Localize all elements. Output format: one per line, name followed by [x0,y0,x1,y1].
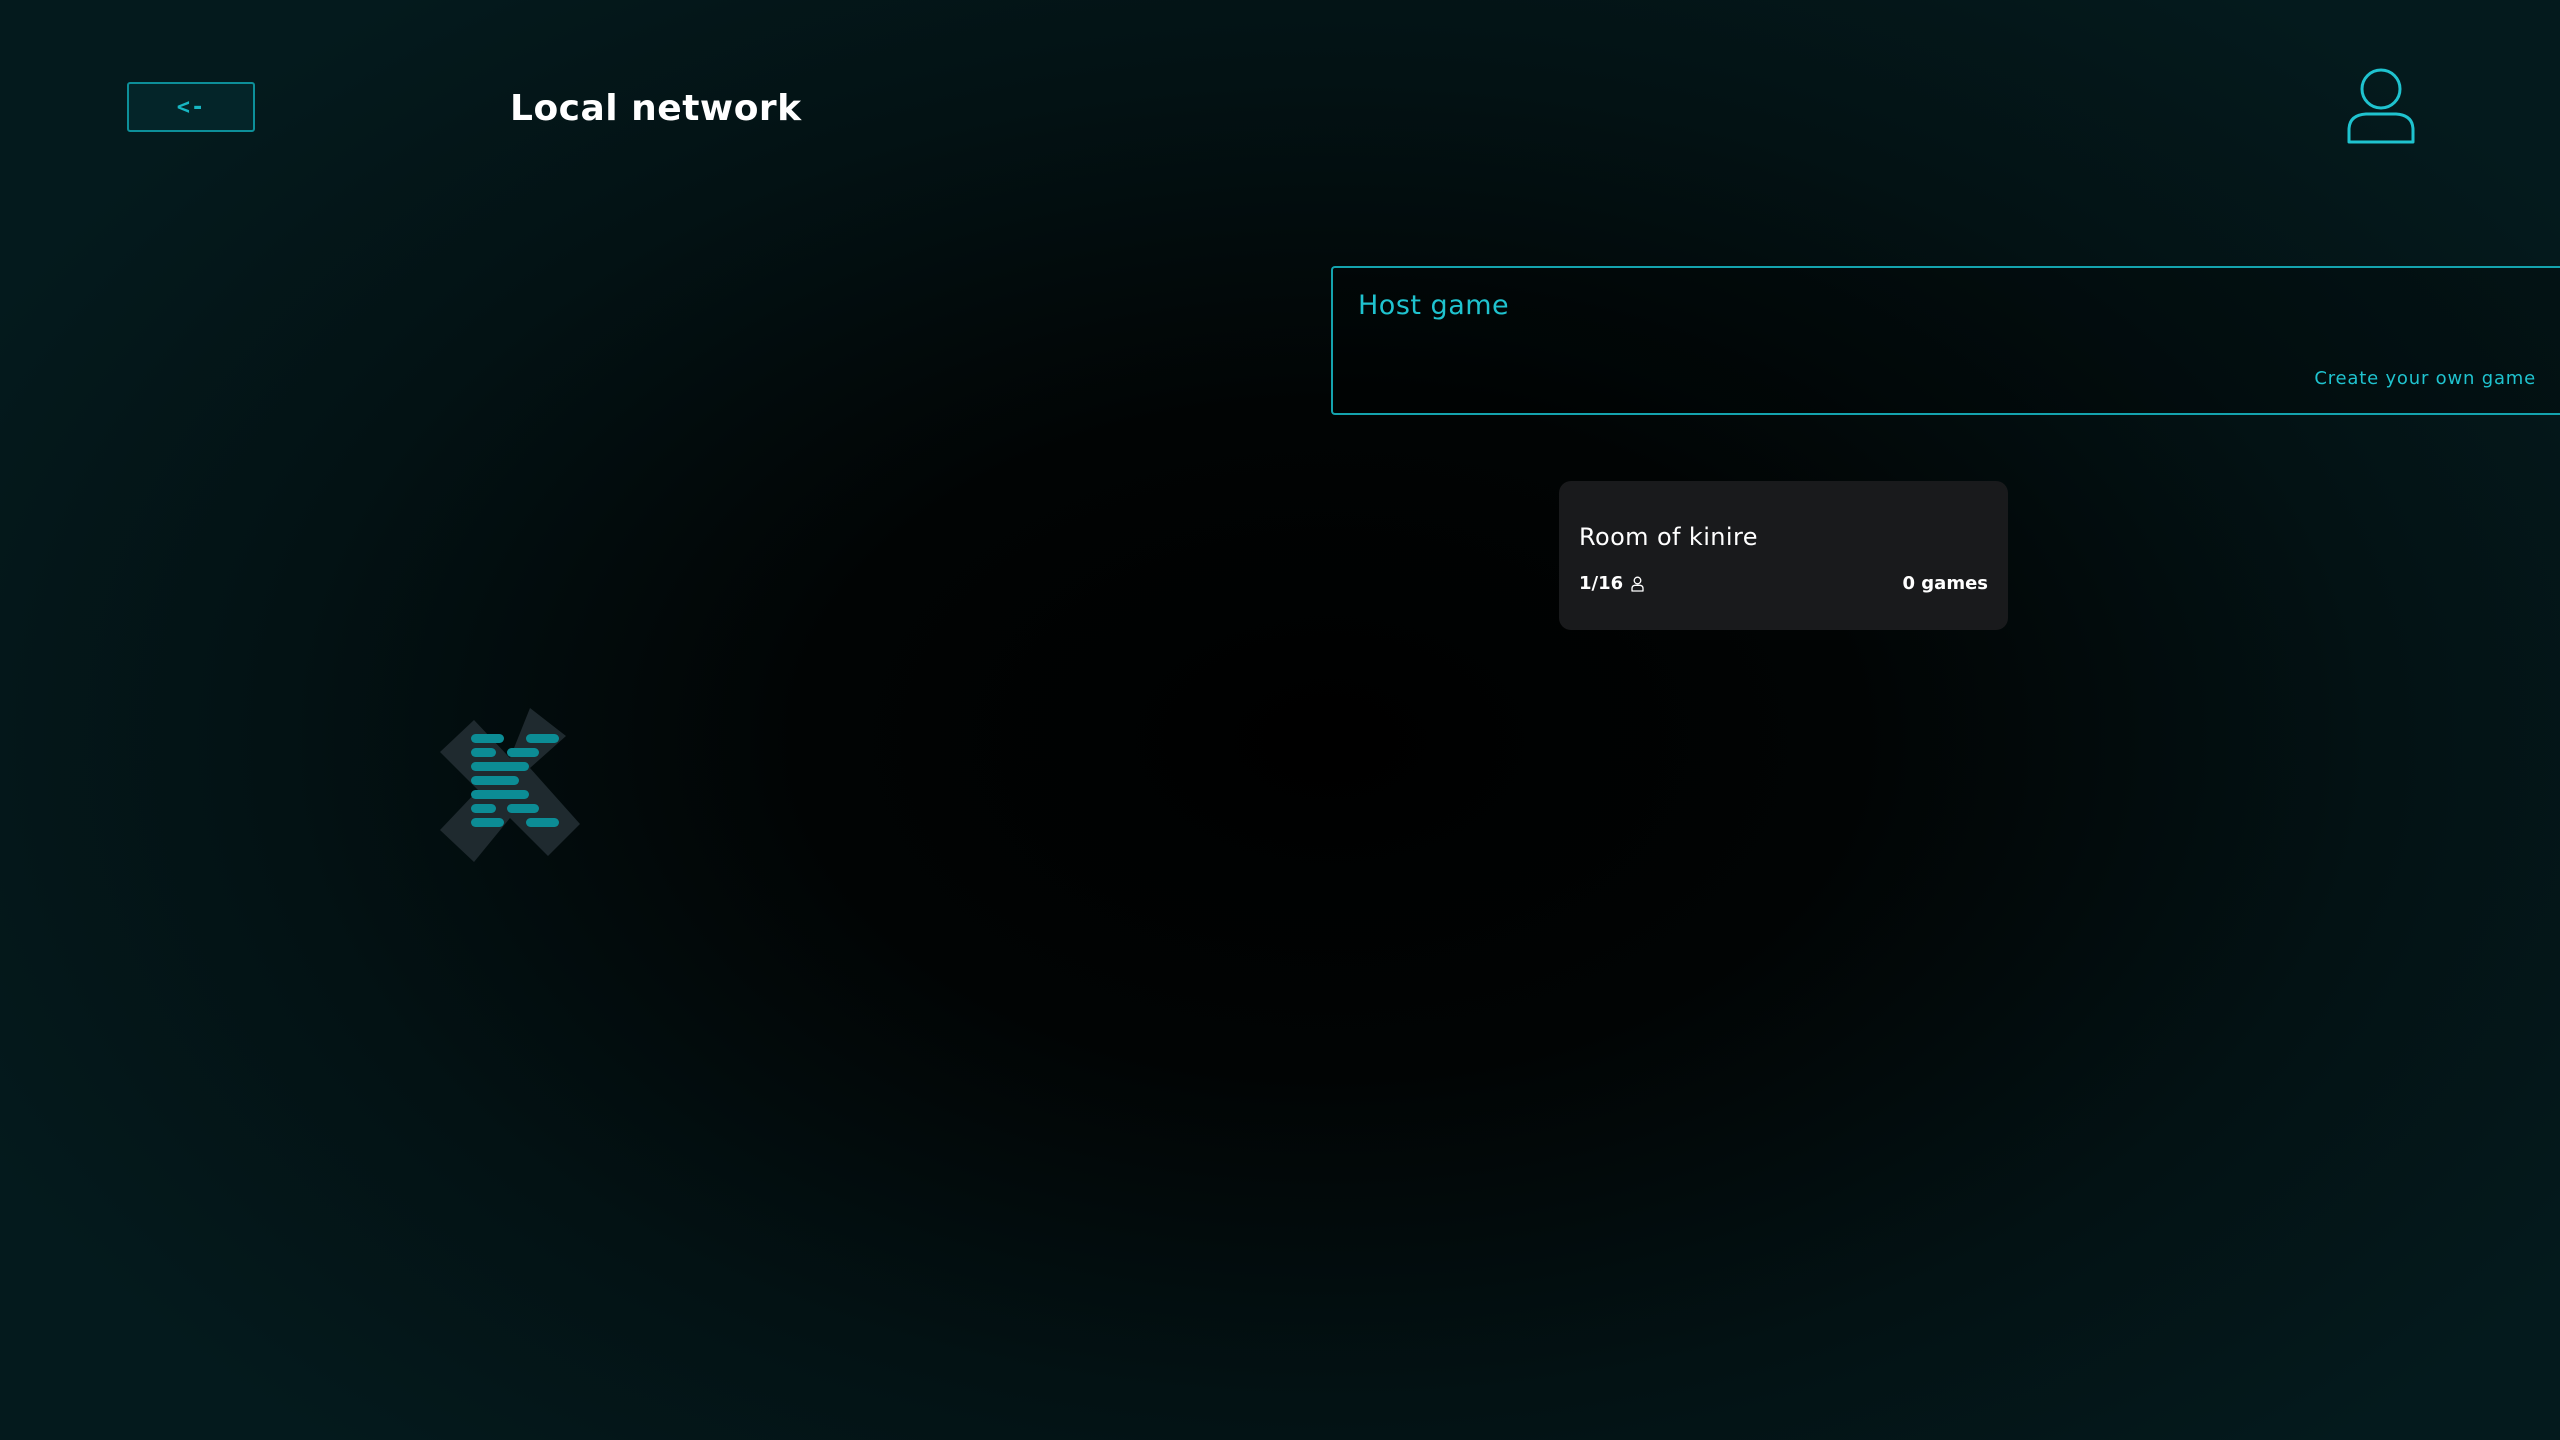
profile-button[interactable] [2346,68,2416,144]
user-icon [2347,68,2415,144]
room-player-count: 1/16 [1579,573,1644,594]
person-icon [1631,576,1644,592]
room-player-count-label: 1/16 [1579,573,1624,594]
page-title: Local network [510,88,802,129]
app-logo-icon [440,708,580,862]
room-games-count: 0 games [1902,573,1989,594]
host-game-panel[interactable]: Host game Create your own game [1331,266,2560,415]
app-logo [438,706,584,862]
room-card[interactable]: Room of kinire 1/16 0 games [1559,481,2008,630]
host-game-title: Host game [1358,290,1510,321]
create-game-link[interactable]: Create your own game [2314,368,2536,389]
back-button-label: <- [176,94,206,120]
back-button[interactable]: <- [127,82,255,132]
room-name: Room of kinire [1579,523,1758,551]
